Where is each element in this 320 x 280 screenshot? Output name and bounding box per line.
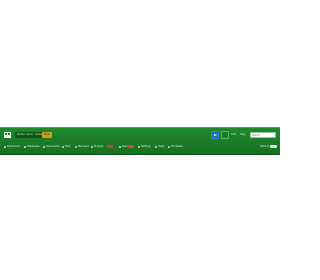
nav-item-label: Templates — [171, 145, 184, 148]
reports-icon — [119, 145, 121, 148]
toolbar-button[interactable] — [221, 131, 229, 139]
projects-icon — [91, 145, 93, 148]
members-icon — [75, 145, 77, 148]
grid-label[interactable]: Grid — [231, 133, 236, 136]
tasks-icon — [155, 145, 157, 148]
databases-icon — [24, 145, 26, 148]
files-icon — [62, 145, 64, 148]
nav-item-label: Dashboard — [7, 145, 20, 148]
options-label: Options — [259, 145, 269, 148]
notification-badge — [107, 145, 113, 148]
nav-item-label: Databases — [27, 145, 40, 148]
dashboard-icon — [4, 145, 6, 148]
nav-item-templates[interactable]: Templates — [168, 143, 183, 150]
nav-item-label: Members — [78, 145, 90, 148]
app-logo-icon[interactable] — [3, 130, 12, 139]
play-icon — [214, 133, 217, 136]
toolbar-top-row: Public Library Index Free Grid Help — [0, 130, 280, 141]
options-toggle[interactable] — [270, 145, 277, 148]
nav-item-dashboard[interactable]: Dashboard — [4, 143, 20, 150]
green-toolbar: Public Library Index Free Grid Help Dash… — [0, 127, 280, 155]
templates-icon — [168, 145, 170, 148]
nav-item-documents[interactable]: Documents — [43, 143, 60, 150]
documents-icon — [43, 145, 45, 148]
settings-icon — [138, 145, 140, 148]
nav-item-databases[interactable]: Databases — [24, 143, 40, 150]
nav-item-label: Projects — [94, 145, 104, 148]
nav-item-label: Files — [65, 145, 71, 148]
tab-free[interactable]: Free — [42, 132, 52, 138]
nav-item-settings[interactable]: Settings — [138, 143, 151, 150]
nav-item-projects[interactable]: Projects — [91, 143, 103, 150]
help-label[interactable]: Help — [240, 133, 245, 136]
nav-item-label: Settings — [141, 145, 151, 148]
search-input[interactable] — [250, 132, 276, 138]
nav-item-files[interactable]: Files — [62, 143, 70, 150]
nav-item-label: Documents — [46, 145, 60, 148]
options-menu[interactable]: Options — [260, 143, 277, 150]
nav-item-tasks[interactable]: Tasks — [155, 143, 164, 150]
nav-item-label: Tasks — [158, 145, 165, 148]
toolbar-nav-row: Dashboard Databases Documents Files Memb… — [0, 142, 280, 152]
nav-item-members[interactable]: Members — [75, 143, 89, 150]
play-button[interactable] — [211, 131, 219, 139]
notification-badge — [128, 145, 134, 148]
page: Public Library Index Free Grid Help Dash… — [0, 0, 280, 280]
